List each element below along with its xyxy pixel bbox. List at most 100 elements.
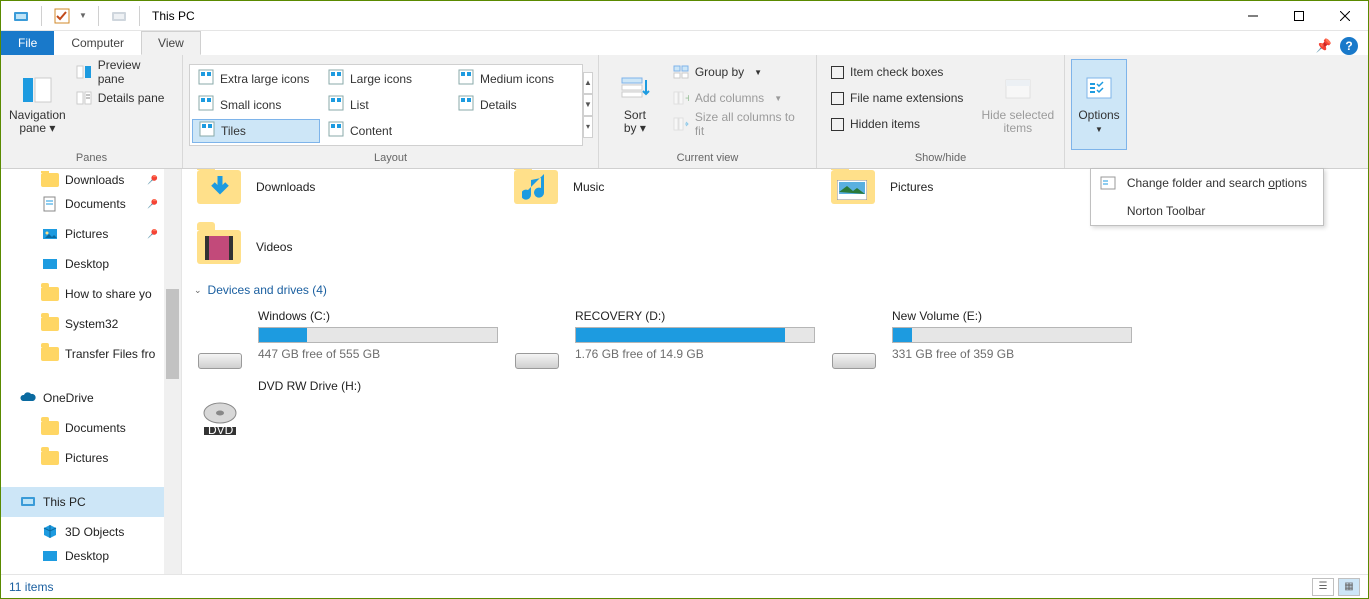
tree-item[interactable]: Pictures: [1, 443, 181, 473]
hidden-items-toggle[interactable]: Hidden items: [825, 113, 976, 135]
layout-option[interactable]: Small icons: [192, 93, 320, 117]
tree-item-label: OneDrive: [43, 391, 94, 405]
layout-icon: [199, 121, 215, 140]
layout-icon: [328, 121, 344, 140]
drive-name: Windows (C:): [258, 309, 503, 323]
ribbon-tabs: File Computer View 📌 ?: [1, 31, 1368, 55]
navigation-tree[interactable]: Downloads📍Documents📍Pictures📍DesktopHow …: [1, 169, 182, 574]
group-by-button[interactable]: Group by▼: [667, 61, 808, 83]
videos-icon: [194, 222, 244, 272]
drive-tile[interactable]: Windows (C:) 447 GB free of 555 GB: [190, 303, 507, 373]
layout-scroll-more-icon[interactable]: ▾: [583, 116, 593, 138]
layout-gallery[interactable]: Extra large iconsLarge iconsMedium icons…: [189, 64, 583, 146]
layout-option[interactable]: Large icons: [322, 67, 450, 91]
layout-option[interactable]: Medium icons: [452, 67, 580, 91]
tree-item-label: This PC: [43, 495, 86, 509]
qat-dropdown-icon[interactable]: ▼: [76, 5, 90, 27]
details-pane-button[interactable]: Details pane: [70, 87, 174, 109]
drive-tile[interactable]: New Volume (E:)331 GB free of 359 GB: [824, 303, 1141, 373]
layout-scroll-up-icon[interactable]: ▲: [583, 72, 593, 94]
layout-option[interactable]: Extra large icons: [192, 67, 320, 91]
tab-view[interactable]: View: [141, 31, 201, 55]
status-item-count: 11 items: [9, 580, 53, 594]
doc-icon: [41, 195, 59, 213]
folder-icon: [41, 449, 59, 467]
folder-tile[interactable]: Music: [507, 169, 824, 217]
pin-icon: 📍: [143, 225, 162, 244]
content-pane[interactable]: 3D ObjectsDesktopDocuments DownloadsMusi…: [182, 169, 1368, 574]
tree-item-label: Downloads: [65, 173, 124, 187]
layout-icon: [328, 95, 344, 114]
thispc-icon: [19, 493, 37, 511]
menu-item-change-folder-options[interactable]: Change folder and search options: [1091, 169, 1323, 197]
help-icon[interactable]: ?: [1340, 37, 1358, 55]
minimize-ribbon-icon[interactable]: 📌: [1316, 38, 1332, 54]
tree-item[interactable]: OneDrive: [1, 383, 181, 413]
title-bar: ▼ This PC: [1, 1, 1368, 31]
navigation-pane-button[interactable]: Navigationpane ▾: [7, 59, 68, 150]
view-large-icons-icon[interactable]: ▦: [1338, 578, 1360, 596]
options-button[interactable]: Options▼: [1071, 59, 1127, 150]
sort-by-button[interactable]: Sortby ▾: [605, 59, 665, 150]
tree-item-label: Pictures: [65, 451, 108, 465]
menu-item-norton-toolbar[interactable]: Norton Toolbar: [1091, 197, 1323, 225]
drive-icon: [828, 321, 880, 369]
layout-option[interactable]: List: [322, 93, 450, 117]
preview-pane-button[interactable]: Preview pane: [70, 61, 174, 83]
drive-tile[interactable]: DVDDVD RW Drive (H:): [190, 373, 507, 443]
pic-icon: [41, 225, 59, 243]
hide-selected-items-button: Hide selecteditems: [978, 59, 1058, 150]
app-icon: [9, 5, 33, 27]
tab-file[interactable]: File: [1, 31, 54, 55]
tile-label: Music: [573, 180, 604, 194]
file-name-extensions-toggle[interactable]: File name extensions: [825, 87, 976, 109]
tile-label: Downloads: [256, 180, 315, 194]
file-explorer-window: ▼ This PC File Computer View 📌 ?: [0, 0, 1369, 599]
close-button[interactable]: [1322, 1, 1368, 31]
pin-icon: 📍: [143, 195, 162, 214]
drive-free-label: 1.76 GB free of 14.9 GB: [575, 347, 820, 361]
tab-computer[interactable]: Computer: [54, 31, 141, 55]
tree-item[interactable]: Downloads 📍: [1, 171, 181, 189]
view-details-icon[interactable]: ☰: [1312, 578, 1334, 596]
layout-option[interactable]: Tiles: [192, 119, 320, 143]
layout-icon: [328, 69, 344, 88]
drive-free-label: 447 GB free of 555 GB: [258, 347, 503, 361]
tree-scrollbar[interactable]: [164, 169, 181, 574]
folder-icon: [41, 171, 59, 189]
tree-item[interactable]: Desktop: [1, 249, 181, 279]
layout-scroll-down-icon[interactable]: ▼: [583, 94, 593, 116]
folder-tile[interactable]: Videos: [190, 217, 507, 277]
tree-item[interactable]: Pictures📍: [1, 219, 181, 249]
tree-item[interactable]: How to share yo: [1, 279, 181, 309]
tree-item[interactable]: 3D Objects: [1, 517, 181, 547]
desktop-icon: [41, 255, 59, 273]
tree-item-label: Documents: [65, 197, 126, 211]
layout-option[interactable]: Details: [452, 93, 580, 117]
pin-icon: 📍: [143, 171, 162, 189]
size-columns-button: Size all columns to fit: [667, 113, 808, 135]
tree-item[interactable]: Transfer Files fro: [1, 339, 181, 369]
tree-item[interactable]: Documents: [1, 413, 181, 443]
tile-label: Videos: [256, 240, 292, 254]
properties-icon[interactable]: [50, 5, 74, 27]
tree-item[interactable]: This PC: [1, 487, 181, 517]
drive-free-label: 331 GB free of 359 GB: [892, 347, 1137, 361]
maximize-button[interactable]: [1276, 1, 1322, 31]
layout-gallery-scroll[interactable]: ▲ ▼ ▾: [583, 70, 593, 140]
chevron-down-icon: ⌄: [194, 285, 202, 296]
item-check-boxes-toggle[interactable]: Item check boxes: [825, 61, 976, 83]
drive-tile[interactable]: RECOVERY (D:)1.76 GB free of 14.9 GB: [507, 303, 824, 373]
tree-item[interactable]: Documents 📍: [1, 189, 181, 219]
layout-icon: [198, 69, 214, 88]
folder-icon: [41, 419, 59, 437]
minimize-button[interactable]: [1230, 1, 1276, 31]
tree-item[interactable]: System32: [1, 309, 181, 339]
folder-icon: [41, 345, 59, 363]
tree-item[interactable]: Desktop: [1, 547, 181, 565]
folder-options-icon: [1099, 174, 1117, 192]
section-header-drives[interactable]: ⌄ Devices and drives (4): [190, 277, 1360, 303]
folder-icon: [41, 315, 59, 333]
folder-tile[interactable]: Downloads: [190, 169, 507, 217]
layout-option[interactable]: Content: [322, 119, 450, 143]
